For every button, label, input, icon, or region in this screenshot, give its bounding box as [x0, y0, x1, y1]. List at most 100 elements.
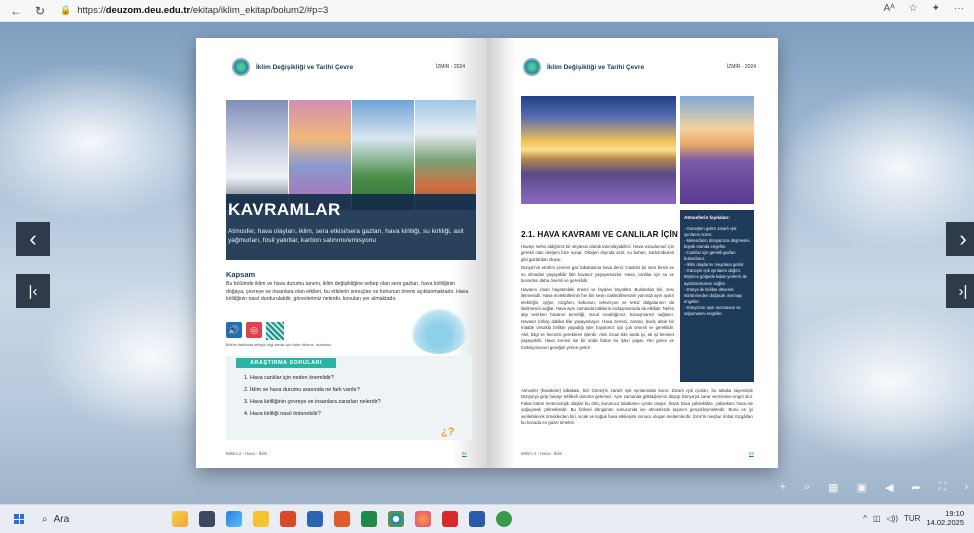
question-item: 1. Hava canlılar için neden önemlidir?	[244, 375, 334, 381]
thumbnails-icon[interactable]: ▦	[828, 481, 838, 494]
page-header: İklim Değişikliği ve Tarihi Çevre	[523, 58, 644, 76]
sidebar-item: - Güneşin ışık ışınlarını dağıtır. Böyle…	[684, 268, 747, 286]
taskbar-search[interactable]: ⌕ Ara	[42, 514, 69, 525]
cloud-decoration	[760, 302, 974, 462]
prev-page-button[interactable]: ‹	[16, 222, 50, 256]
question-item: 2. İklim ve hava durumu arasında ne fark…	[244, 387, 360, 393]
next-page-button[interactable]: ›	[946, 222, 974, 256]
fullscreen-icon[interactable]: ⛶	[939, 481, 947, 494]
word-icon[interactable]	[469, 511, 485, 527]
read-aloud-icon[interactable]: Aᴬ	[883, 3, 894, 14]
browser-toolbar: ← ↻ 🔒 https://deuzom.deu.edu.tr/ekitap/i…	[0, 0, 974, 22]
project-logo-icon	[523, 58, 541, 76]
lavender-field-photo	[680, 96, 754, 204]
paragraph: Dünya'nın etrafını çeviren gaz tabakasın…	[521, 265, 674, 284]
header-title: İklim Değişikliği ve Tarihi Çevre	[547, 63, 645, 71]
collections-icon[interactable]: ✦	[932, 3, 940, 14]
kapsam-text: Bu bölümde iklim ve hava durumu tanımı, …	[226, 281, 469, 303]
whatsapp-icon[interactable]	[496, 511, 512, 527]
sidebar-item: - Meteorların dünyamıza düşmesini büyük …	[684, 237, 750, 249]
page-header: İklim Değişikliği ve Tarihi Çevre	[232, 58, 353, 76]
viewer-toolbar: + ⌕ ▦ ▣ ◀ ➦ ⛶ ›	[780, 481, 968, 494]
system-tray: ^ ◫ ◁)) TUR 19:10 14.02.2025	[863, 509, 964, 528]
back-button[interactable]: ←	[8, 3, 24, 19]
flipbook-viewer: ‹ |‹ › ›| İklim Değişikliği ve Tarihi Çe…	[0, 22, 974, 504]
sidebar-title: Atmosferin faydaları:	[684, 215, 730, 220]
first-page-button[interactable]: |‹	[16, 274, 50, 308]
footer-section: Bölüm 2 - Hava - İklim	[521, 451, 563, 456]
windows-taskbar: ⌕ Ara ^ ◫ ◁)) TUR 19:10 14.02.2025	[0, 504, 974, 533]
single-page-icon[interactable]: ▣	[857, 481, 867, 494]
refresh-button[interactable]: ↻	[32, 3, 48, 19]
left-page[interactable]: İklim Değişikliği ve Tarihi Çevre İZMİR …	[196, 38, 487, 468]
header-title: İklim Değişikliği ve Tarihi Çevre	[256, 63, 354, 71]
url-path: /ekitap/iklim_ekitap/bolum2/#p=3	[190, 5, 329, 16]
share-icon[interactable]: ➦	[911, 481, 920, 494]
tray-expand-icon[interactable]: ^	[863, 514, 867, 523]
clock-date: 14.02.2025	[926, 518, 964, 528]
hero-subtitle: Atmosfer, hava olayları, iklim, sera etk…	[228, 228, 464, 244]
header-date: İZMİR - 2024	[726, 64, 756, 70]
media-links: 🔊 ◎	[226, 322, 284, 340]
paragraph: Havanın insan hayatındaki önemi ve fayda…	[521, 286, 674, 350]
paragraph: Havayı nefes aldığımız bir okyanus olara…	[521, 244, 674, 262]
widgets-icon[interactable]	[172, 511, 188, 527]
address-bar[interactable]: 🔒 https://deuzom.deu.edu.tr/ekitap/iklim…	[60, 5, 328, 16]
questions-list: 1. Hava canlılar için neden önemlidir? 2…	[244, 372, 381, 420]
sound-icon[interactable]: ◀	[885, 481, 893, 494]
clock[interactable]: 19:10 14.02.2025	[926, 509, 964, 528]
volume-icon[interactable]: ◁))	[887, 514, 898, 523]
question-item: 3. Hava kirliliğinin çevreye ve insanlar…	[244, 399, 381, 405]
body-text: Havayı nefes aldığımız bir okyanus olara…	[521, 244, 674, 353]
audio-icon[interactable]: 🔊	[226, 322, 242, 338]
url-host: deuzom.deu.edu.tr	[105, 5, 191, 16]
language-indicator[interactable]: TUR	[904, 514, 920, 523]
search-icon[interactable]: ⌕	[804, 481, 810, 494]
excel-icon[interactable]	[361, 511, 377, 527]
cloud-decoration	[0, 62, 220, 222]
taskbar-apps	[172, 511, 512, 527]
kapsam-title: Kapsam	[226, 270, 256, 279]
more-menu-icon[interactable]: ···	[954, 3, 964, 14]
sidebar-item: - Dünya ile birlikte dönerek sürtünmeden…	[684, 286, 743, 304]
header-date: İZMİR - 2024	[435, 64, 465, 70]
right-page[interactable]: İklim Değişikliği ve Tarihi Çevre İZMİR …	[487, 38, 778, 468]
outlook-icon[interactable]	[307, 511, 323, 527]
question-item: 4. Hava kirliliği nasıl önlenebilir?	[244, 411, 321, 417]
media-note: Bölüm hakkında detaylı bilgi almak için …	[226, 343, 332, 347]
more-icon[interactable]: ›	[964, 481, 968, 494]
page-number: 02	[462, 451, 467, 456]
earth-illustration	[410, 308, 468, 354]
windows-start-icon[interactable]	[14, 514, 24, 524]
search-label: Ara	[53, 513, 70, 525]
sunset-field-photo	[521, 96, 676, 204]
url-prefix: https://	[77, 5, 106, 16]
benefits-sidebar: Atmosferin faydaları: - Güneşten gelen z…	[680, 210, 754, 382]
page-number: 03	[749, 451, 754, 456]
store-icon[interactable]	[280, 511, 296, 527]
question-mark-icon: ¿?	[441, 426, 455, 438]
web-link-icon[interactable]: ◎	[246, 322, 262, 338]
favorite-star-icon[interactable]: ☆	[909, 3, 918, 14]
open-book: İklim Değişikliği ve Tarihi Çevre İZMİR …	[196, 38, 778, 468]
pdf-reader-icon[interactable]	[442, 511, 458, 527]
qr-code-icon[interactable]	[266, 322, 284, 340]
zoom-in-icon[interactable]: +	[780, 481, 786, 494]
questions-heading: ARAŞTIRMA SORULARI	[236, 358, 337, 368]
footer-section: Bölüm 2 - Hava - İklim	[226, 451, 268, 456]
last-page-button[interactable]: ›|	[946, 274, 974, 308]
chrome-icon[interactable]	[388, 511, 404, 527]
powerpoint-icon[interactable]	[334, 511, 350, 527]
firefox-icon[interactable]	[415, 511, 431, 527]
project-logo-icon	[232, 58, 250, 76]
file-explorer-icon[interactable]	[253, 511, 269, 527]
cloud-decoration	[780, 82, 974, 252]
task-view-icon[interactable]	[199, 511, 215, 527]
sidebar-item: - Güneşten gelen zararlı ışık ışınlarını…	[684, 225, 737, 237]
hero-title: KAVRAMLAR	[228, 200, 341, 219]
lock-icon: 🔒	[60, 5, 72, 15]
clock-time: 19:10	[945, 509, 964, 518]
network-icon[interactable]: ◫	[873, 514, 881, 523]
hero-banner: KAVRAMLAR Atmosfer, hava olayları, iklim…	[226, 100, 476, 260]
edge-browser-icon[interactable]	[226, 511, 242, 527]
